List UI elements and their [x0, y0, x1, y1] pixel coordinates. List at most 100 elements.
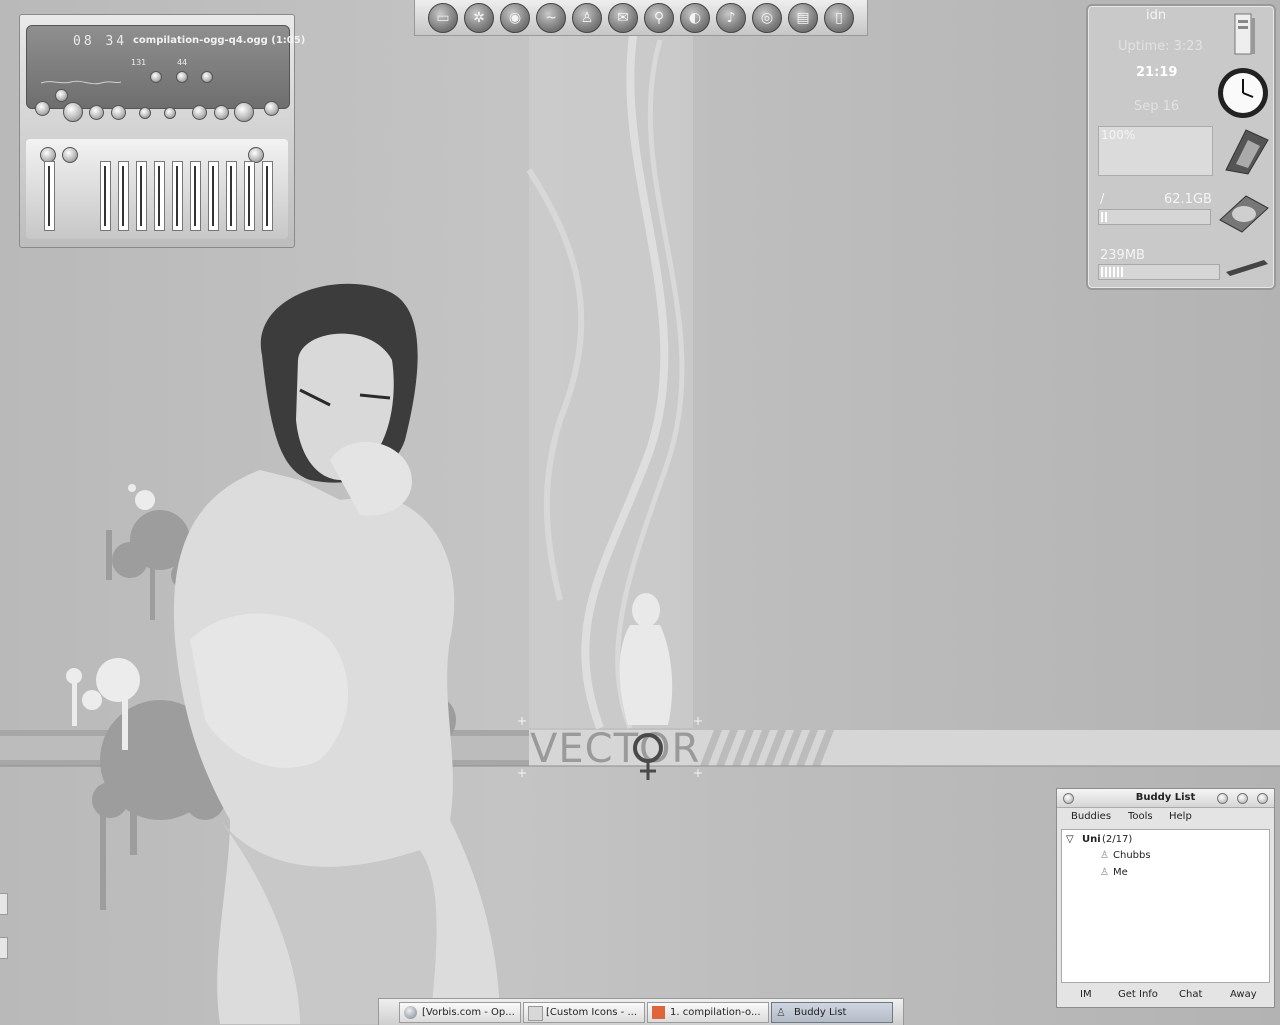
- buddy-list-window: Buddy List Buddies Tools Help ▽ Uni (2/1…: [1056, 788, 1275, 1008]
- player-samplerate: 44: [177, 58, 188, 67]
- repeat-button[interactable]: [214, 105, 229, 120]
- memory-module-icon: [1226, 260, 1268, 276]
- task-label: [Vorbis.com - Op...: [422, 1007, 515, 1018]
- play-button[interactable]: [89, 105, 104, 120]
- seek-knob[interactable]: [201, 71, 213, 83]
- vector-logo: VECTOR: [530, 726, 700, 772]
- playlist-toggle-button[interactable]: [55, 89, 68, 102]
- eq-preamp-slider[interactable]: [44, 161, 55, 231]
- task-label: 1. compilation-o...: [670, 1007, 761, 1018]
- task-vorbis-browser[interactable]: [Vorbis.com - Op...: [399, 1002, 521, 1023]
- disk-usage-bar: [1098, 209, 1211, 225]
- player-bitrate: 131: [131, 58, 147, 67]
- buddy-icon: ♙: [776, 1006, 786, 1019]
- uptime: Uptime: 3:23: [1118, 39, 1203, 54]
- task-label: [Custom Icons - ...: [546, 1007, 638, 1018]
- eq-band-slider[interactable]: [100, 161, 111, 231]
- eq-band-slider[interactable]: [226, 161, 237, 231]
- audio-player: 08 34 compilation-ogg-q4.ogg (1:05) 131 …: [19, 14, 305, 248]
- terminal-icon[interactable]: ~: [536, 3, 566, 33]
- hard-drive-icon: [1219, 195, 1269, 233]
- system-monitor: idn Uptime: 3:23 21:19 Sep 16 100% / 62.…: [1086, 4, 1276, 290]
- clock-time: 21:19: [1136, 65, 1178, 80]
- notes-icon[interactable]: ▯: [824, 3, 854, 33]
- music-icon[interactable]: ♪: [716, 3, 746, 33]
- im-button[interactable]: IM: [1080, 989, 1092, 1000]
- menu-help[interactable]: Help: [1169, 811, 1192, 822]
- mail-icon[interactable]: ✉: [608, 3, 638, 33]
- buddy-status-icon: ♙: [1100, 850, 1109, 861]
- buddy-me[interactable]: Me: [1113, 867, 1128, 878]
- player-track-title: compilation-ogg-q4.ogg (1:05): [133, 35, 306, 46]
- panel-handle[interactable]: [0, 937, 8, 959]
- eq-band-slider[interactable]: [262, 161, 273, 231]
- next-button[interactable]: [164, 107, 176, 119]
- previous-button[interactable]: [63, 102, 83, 122]
- computer-tower-icon: [1234, 13, 1255, 55]
- expander-icon[interactable]: ▽: [1066, 834, 1074, 845]
- taskbar: [Vorbis.com - Op... [Custom Icons - ... …: [378, 998, 904, 1025]
- player-time: 08 34: [73, 34, 128, 49]
- menu-tools[interactable]: Tools: [1128, 811, 1153, 822]
- volume-knob[interactable]: [234, 102, 254, 122]
- stereo-indicator: [176, 71, 188, 83]
- buddy-tree: ▽ Uni (2/17) ♙ Chubbs ♙ Me: [1061, 829, 1270, 983]
- cpu-label: 100%: [1101, 128, 1136, 142]
- cpu-graph: 100%: [1098, 126, 1213, 176]
- cpu-chip-icon: [1225, 129, 1269, 175]
- folder-icon: [528, 1006, 543, 1021]
- menu-bar: Buddies Tools Help: [1057, 808, 1274, 826]
- eq-band-slider[interactable]: [154, 161, 165, 231]
- eq-band-slider[interactable]: [172, 161, 183, 231]
- disk-size: 62.1GB: [1164, 192, 1212, 207]
- title-bar[interactable]: Buddy List: [1057, 789, 1274, 808]
- hostname: idn: [1146, 8, 1167, 23]
- equalizer-panel: [26, 139, 288, 239]
- buddy-status-icon: ♙: [1100, 867, 1109, 878]
- pause-button[interactable]: [111, 105, 126, 120]
- browser-icon[interactable]: ◐: [680, 3, 710, 33]
- browser-icon: [404, 1006, 417, 1019]
- video-icon[interactable]: ▤: [788, 3, 818, 33]
- eq-band-slider[interactable]: [244, 161, 255, 231]
- eq-band-slider[interactable]: [190, 161, 201, 231]
- nvidia-icon[interactable]: ◉: [500, 3, 530, 33]
- settings-icon[interactable]: ✲: [464, 3, 494, 33]
- cd-icon[interactable]: ◎: [752, 3, 782, 33]
- memory-usage-bar: [1098, 264, 1220, 280]
- eq-band-slider[interactable]: [208, 161, 219, 231]
- mono-indicator: [150, 71, 162, 83]
- shuffle-button[interactable]: [192, 105, 207, 120]
- task-custom-icons[interactable]: [Custom Icons - ...: [523, 1002, 645, 1023]
- maximize-button[interactable]: [1237, 793, 1248, 804]
- player-icon: [652, 1006, 665, 1019]
- eq-auto-button[interactable]: [62, 147, 78, 163]
- task-player[interactable]: 1. compilation-o...: [647, 1002, 769, 1023]
- close-button[interactable]: [1257, 793, 1268, 804]
- group-count: (2/17): [1102, 834, 1133, 845]
- group-name[interactable]: Uni: [1082, 834, 1101, 845]
- menu-buddies[interactable]: Buddies: [1071, 811, 1111, 822]
- away-button[interactable]: Away: [1230, 989, 1257, 1000]
- stop-button[interactable]: [139, 107, 151, 119]
- person-icon[interactable]: ♙: [572, 3, 602, 33]
- task-buddy-list[interactable]: ♙ Buddy List: [771, 1002, 893, 1023]
- panel-handle[interactable]: [0, 893, 8, 915]
- eq-band-slider[interactable]: [136, 161, 147, 231]
- balance-knob[interactable]: [264, 101, 279, 116]
- eject-button[interactable]: [35, 101, 50, 116]
- get-info-button[interactable]: Get Info: [1118, 989, 1158, 1000]
- home-icon[interactable]: ▭: [428, 3, 458, 33]
- disk-usage-fill: [1101, 212, 1107, 222]
- app-launcher: ▭ ✲ ◉ ~ ♙ ✉ ⚲ ◐ ♪ ◎ ▤ ▯: [414, 0, 868, 36]
- memory-label: 239MB: [1100, 248, 1145, 263]
- memory-usage-fill: [1101, 267, 1124, 277]
- clock-icon: [1218, 68, 1268, 118]
- eq-band-slider[interactable]: [118, 161, 129, 231]
- minimize-button[interactable]: [1217, 793, 1228, 804]
- task-label: Buddy List: [794, 1007, 847, 1018]
- date: Sep 16: [1134, 99, 1180, 114]
- buddy-chubbs[interactable]: Chubbs: [1113, 850, 1151, 861]
- chat-button[interactable]: Chat: [1179, 989, 1202, 1000]
- network-icon[interactable]: ⚲: [644, 3, 674, 33]
